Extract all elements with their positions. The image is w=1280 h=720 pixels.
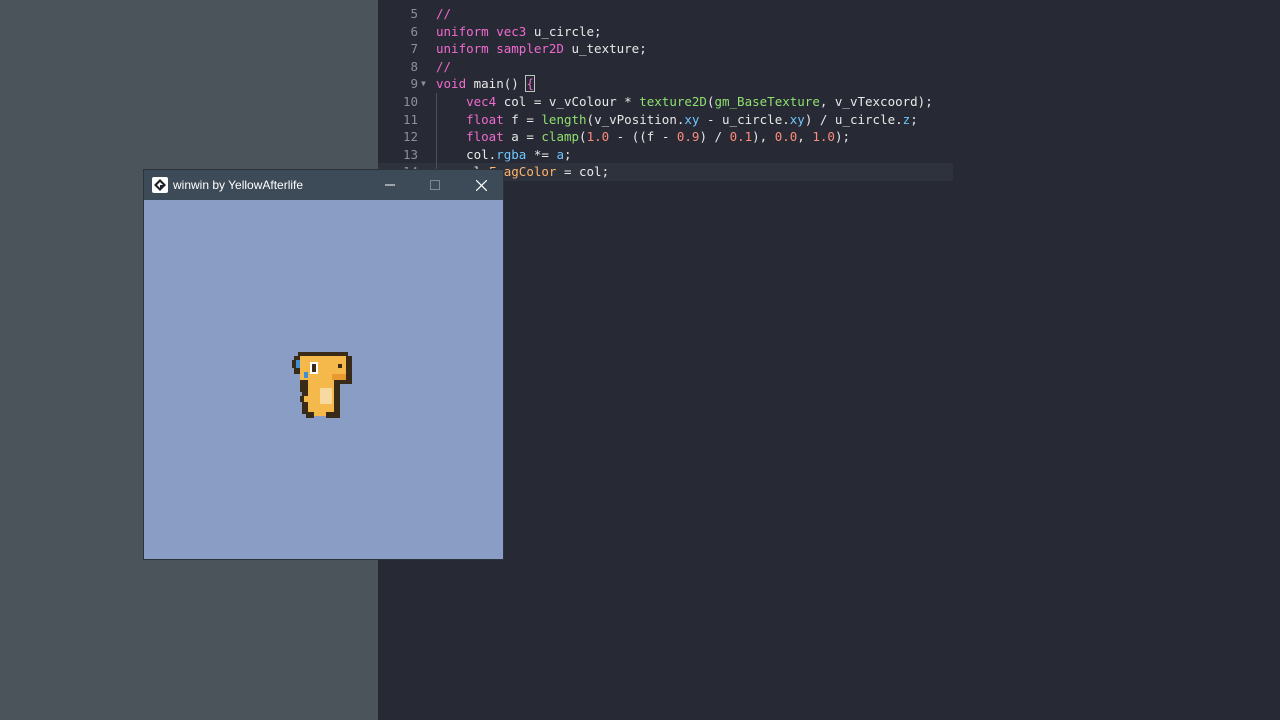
code-line[interactable]: 11 float f = length(v_vPosition.xy - u_c… [378, 111, 953, 129]
line-number: 7 [410, 41, 418, 57]
code-line[interactable]: 5 // [378, 5, 953, 23]
code-line[interactable]: 10 vec4 col = v_vColour * texture2D(gm_B… [378, 93, 953, 111]
line-number: 13 [402, 146, 418, 162]
line-number: 9 [410, 76, 418, 92]
window-title: winwin by YellowAfterlife [173, 178, 304, 192]
line-number: 5 [410, 6, 418, 21]
gamemaker-icon [152, 177, 168, 193]
code-text: vec4 col = v_vColour * texture2D(gm_Base… [466, 94, 933, 109]
code-line[interactable]: 12 float a = clamp(1.0 - ((f - 0.9) / 0.… [378, 128, 953, 146]
minimize-icon [385, 184, 395, 186]
code-text: col.rgba *= a; [436, 146, 572, 162]
line-number: 6 [410, 23, 418, 39]
window-titlebar[interactable]: winwin by YellowAfterlife [144, 170, 503, 200]
code-line[interactable]: 13 col.rgba *= a; [378, 146, 953, 164]
line-number: 8 [410, 58, 418, 74]
code-text: uniform sampler2D u_texture; [436, 41, 647, 57]
code-text: float f = length(v_vPosition.xy - u_circ… [466, 111, 918, 127]
code-text: float a = clamp(1.0 - ((f - 0.9) / 0.1),… [466, 129, 850, 145]
line-number: 12 [402, 129, 418, 145]
code-text: uniform vec3 u_circle; [436, 23, 602, 39]
fold-arrow-icon[interactable]: ▼ [421, 75, 431, 93]
code-text: // [436, 6, 452, 21]
indent-guide [436, 93, 437, 181]
close-button[interactable] [458, 170, 504, 200]
dinosaur-sprite [292, 352, 352, 418]
code-text: void main() { [436, 75, 535, 93]
line-number: 11 [402, 111, 418, 127]
line-number: 10 [402, 94, 418, 109]
code-text: // [436, 58, 452, 74]
maximize-icon [430, 180, 440, 190]
code-line[interactable]: 8 // [378, 58, 953, 76]
winwin-window[interactable]: winwin by YellowAfterlife [143, 169, 504, 560]
close-icon [475, 179, 487, 191]
code-line[interactable]: 6 uniform vec3 u_circle; [378, 23, 953, 41]
code-editor[interactable]: 5 // 6 uniform vec3 u_circle; 7 uniform sampl… [378, 0, 1280, 720]
code-line[interactable]: 7 uniform sampler2D u_texture; [378, 40, 953, 58]
maximize-button[interactable] [412, 170, 458, 200]
window-client-area[interactable] [144, 200, 503, 559]
code-line[interactable]: 9 ▼ void main() { [378, 75, 953, 93]
minimize-button[interactable] [367, 170, 413, 200]
